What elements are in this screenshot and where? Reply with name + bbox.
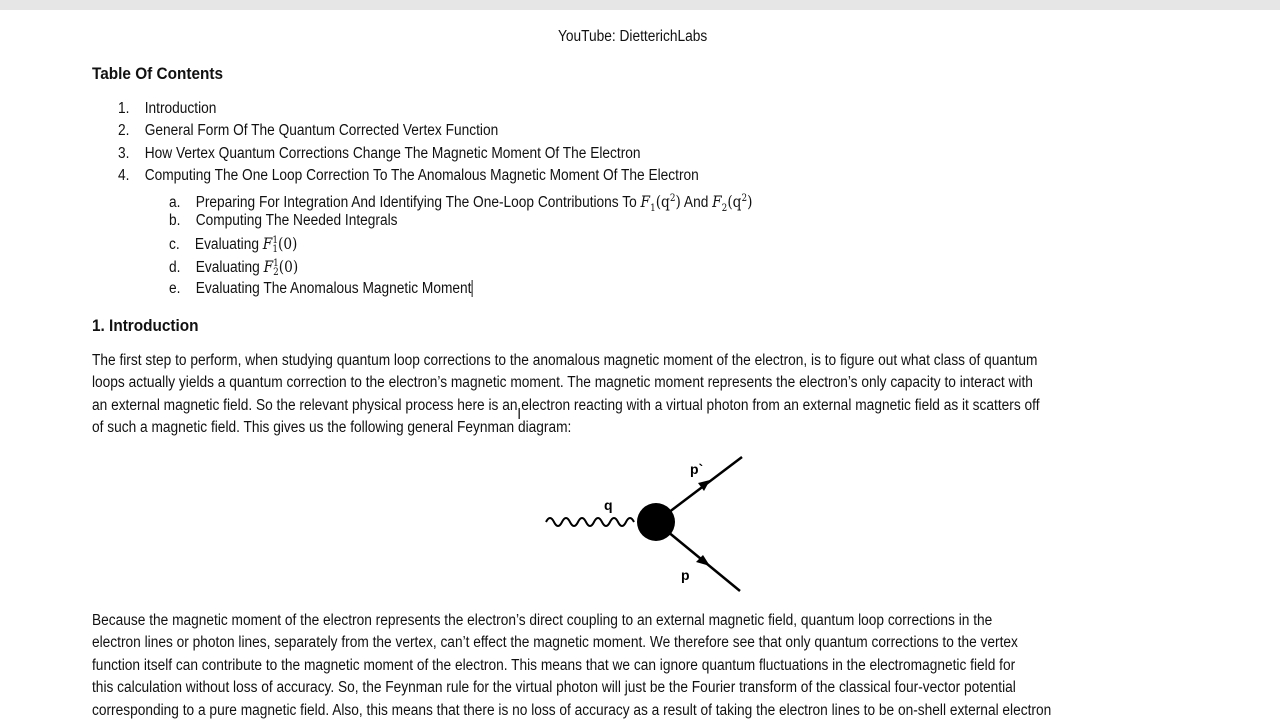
toc-item-label: How Vertex Quantum Corrections Change Th… — [144, 145, 641, 162]
toc-item[interactable]: 4. Computing The One Loop Correction To … — [118, 166, 699, 186]
text-line: this calculation without loss of accurac… — [92, 679, 1016, 696]
text-line: The first step to perform, when studying… — [92, 352, 1038, 369]
text-line: loops actually yields a quantum correcti… — [92, 374, 1033, 391]
toc-item-number: 3. — [118, 145, 130, 162]
photon-line — [545, 517, 635, 527]
toc-item-label: General Form Of The Quantum Corrected Ve… — [144, 122, 499, 139]
text-line: an external magnetic field. So the relev… — [92, 397, 1040, 414]
toc-subitem-label: Evaluating — [195, 259, 260, 276]
text-line: corresponding to a pure magnetic field. … — [92, 702, 1052, 719]
text-cursor — [471, 280, 473, 298]
toc-subitem-label: Preparing For Integration And Identifyin… — [195, 194, 637, 212]
page-header: YouTube: DietterichLabs — [558, 28, 708, 45]
toc-subitem-label: Evaluating — [194, 236, 259, 253]
toc-subitem-letter: e. — [169, 280, 181, 297]
in-label: p — [681, 567, 690, 583]
toc-item[interactable]: 1. Introduction — [118, 99, 216, 119]
toc-subitem[interactable]: d. Evaluating F 1 2 (0) — [169, 257, 298, 278]
math-F2-1-0: F 1 2 (0) — [263, 258, 299, 278]
toc-subitem-letter: a. — [169, 194, 181, 212]
photon-label: q — [604, 497, 613, 513]
toc-title: Table Of Contents — [92, 65, 224, 83]
toc-subitem-label: And — [683, 194, 709, 212]
vertex-blob — [637, 503, 675, 541]
text-line: of such a magnetic field. This gives us … — [92, 419, 572, 436]
math-F1-q2: F1(q2) — [640, 193, 681, 215]
toc-item-number: 4. — [118, 167, 130, 184]
toc-subitem-label: Computing The Needed Integrals — [195, 212, 398, 229]
window-top-bar — [0, 0, 1280, 10]
mouse-ibeam-cursor: I — [517, 405, 522, 423]
toc-subitem-label: Evaluating The Anomalous Magnetic Moment — [195, 280, 472, 297]
toc-item-label: Computing The One Loop Correction To The… — [144, 167, 699, 184]
toc-item-number: 1. — [118, 100, 130, 117]
text-line: function itself can contribute to the ma… — [92, 657, 1016, 674]
toc-item-number: 2. — [118, 122, 130, 139]
section-heading: 1. Introduction — [92, 317, 199, 335]
toc-subitem[interactable]: b. Computing The Needed Integrals — [169, 211, 398, 231]
toc-subitem-letter: b. — [169, 212, 181, 229]
toc-item[interactable]: 2. General Form Of The Quantum Corrected… — [118, 121, 498, 141]
toc-subitem-letter: c. — [169, 236, 180, 253]
toc-subitem[interactable]: e. Evaluating The Anomalous Magnetic Mom… — [169, 279, 473, 299]
toc-subitem[interactable]: c. Evaluating F 1 1 (0) — [169, 234, 297, 255]
text-line: Because the magnetic moment of the elect… — [92, 612, 993, 629]
math-F1-1-0: F 1 1 (0) — [262, 235, 298, 255]
toc-item[interactable]: 3. How Vertex Quantum Corrections Change… — [118, 144, 641, 164]
feynman-diagram: q p` p — [545, 456, 743, 592]
math-F2-q2: F2(q2) — [712, 193, 753, 215]
out-label: p` — [690, 461, 703, 477]
toc-subitem-letter: d. — [169, 259, 181, 276]
text-line: electron lines or photon lines, separate… — [92, 634, 1018, 651]
toc-item-label: Introduction — [144, 100, 217, 117]
